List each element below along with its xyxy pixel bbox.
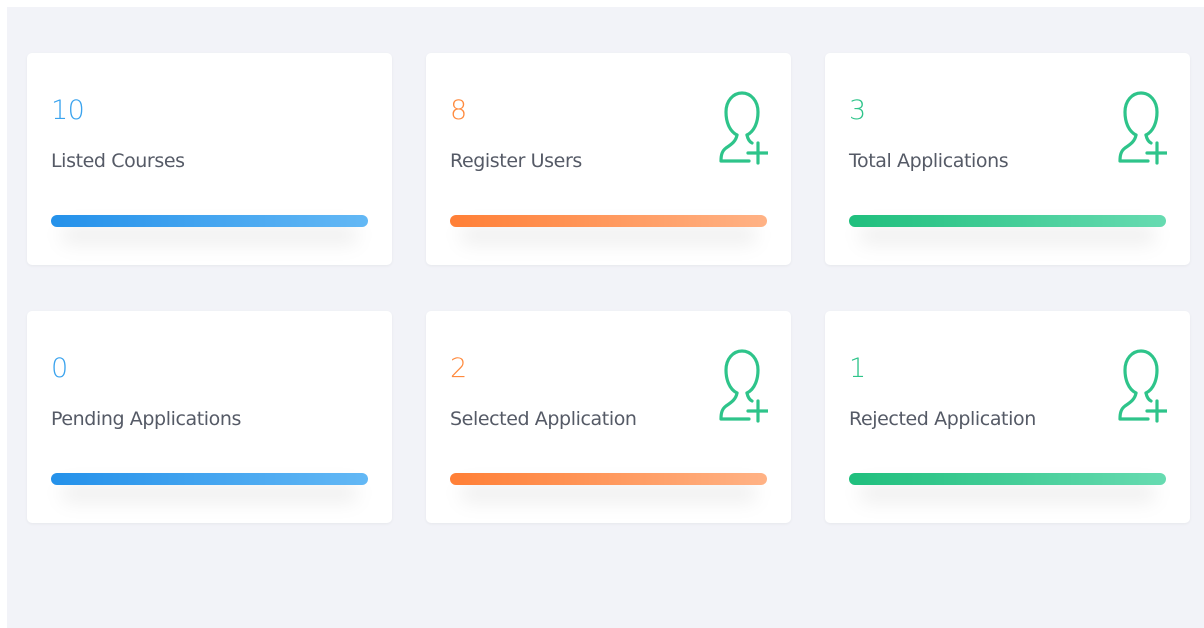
stat-value: 3 (849, 95, 866, 126)
stat-card-listed-courses[interactable]: 10 Listed Courses (27, 53, 392, 265)
stat-value: 2 (450, 353, 467, 384)
progress-bar-shadow (460, 483, 757, 503)
progress-bar (849, 473, 1166, 485)
add-user-icon (719, 91, 768, 165)
stat-label: Selected Application (450, 408, 637, 430)
progress-bar-shadow (859, 225, 1156, 245)
stat-card-pending-applications[interactable]: 0 Pending Applications (27, 311, 392, 523)
stat-value: 0 (51, 353, 68, 384)
stat-label: Register Users (450, 150, 582, 172)
stat-label: Listed Courses (51, 150, 185, 172)
add-user-icon (1118, 91, 1167, 165)
progress-bar (450, 215, 767, 227)
progress-bar-shadow (61, 225, 358, 245)
stat-value: 8 (450, 95, 467, 126)
stat-label: Total Applications (849, 150, 1009, 172)
stat-value: 10 (51, 95, 85, 126)
stat-value: 1 (849, 353, 866, 384)
stat-label: Pending Applications (51, 408, 242, 430)
add-user-icon (719, 349, 768, 423)
progress-bar-shadow (859, 483, 1156, 503)
stat-card-selected-application[interactable]: 2 Selected Application (426, 311, 791, 523)
stat-card-total-applications[interactable]: 3 Total Applications (825, 53, 1190, 265)
progress-bar-shadow (61, 483, 358, 503)
progress-bar (849, 215, 1166, 227)
progress-bar (51, 215, 368, 227)
progress-bar (450, 473, 767, 485)
stat-label: Rejected Application (849, 408, 1036, 430)
add-user-icon (1118, 349, 1167, 423)
stat-card-register-users[interactable]: 8 Register Users (426, 53, 791, 265)
dashboard-canvas: 10 Listed Courses 8 Register Users 3 Tot… (7, 7, 1204, 628)
progress-bar-shadow (460, 225, 757, 245)
stat-card-rejected-application[interactable]: 1 Rejected Application (825, 311, 1190, 523)
progress-bar (51, 473, 368, 485)
